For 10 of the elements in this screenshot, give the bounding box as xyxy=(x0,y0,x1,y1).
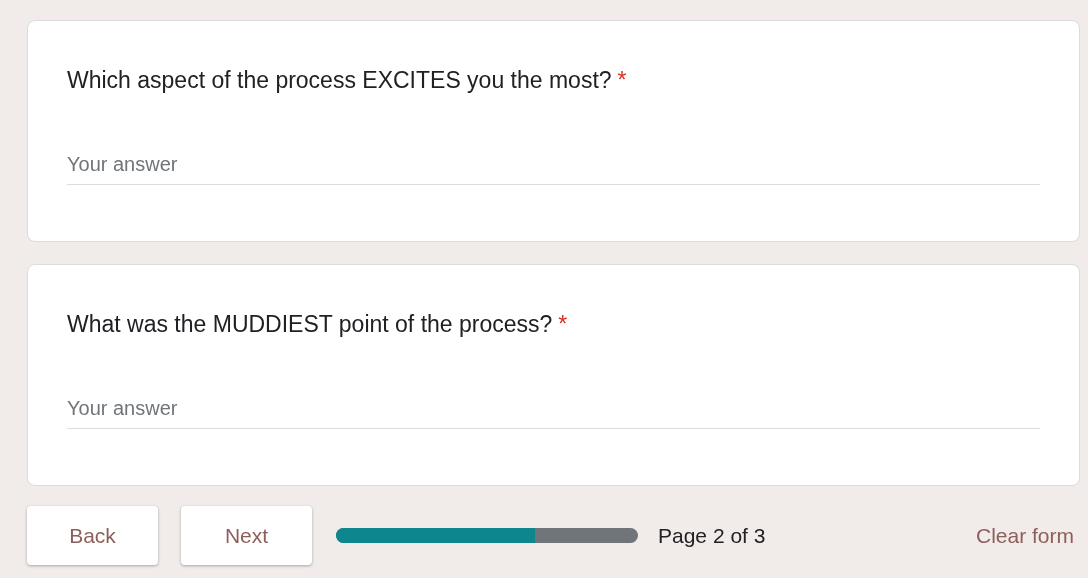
question-text: Which aspect of the process EXCITES you the most? xyxy=(67,67,612,93)
answer-field[interactable]: Your answer xyxy=(67,393,1040,429)
page-indicator: Page 2 of 3 xyxy=(658,523,766,548)
clear-form-button[interactable]: Clear form xyxy=(969,515,1080,556)
answer-field[interactable]: Your answer xyxy=(67,149,1040,185)
required-mark: * xyxy=(617,67,627,93)
required-mark: * xyxy=(558,311,568,337)
question-text: What was the MUDDIEST point of the process? xyxy=(67,311,553,337)
nav-button[interactable]: Back xyxy=(27,506,158,565)
nav-button[interactable]: Next xyxy=(181,506,312,565)
